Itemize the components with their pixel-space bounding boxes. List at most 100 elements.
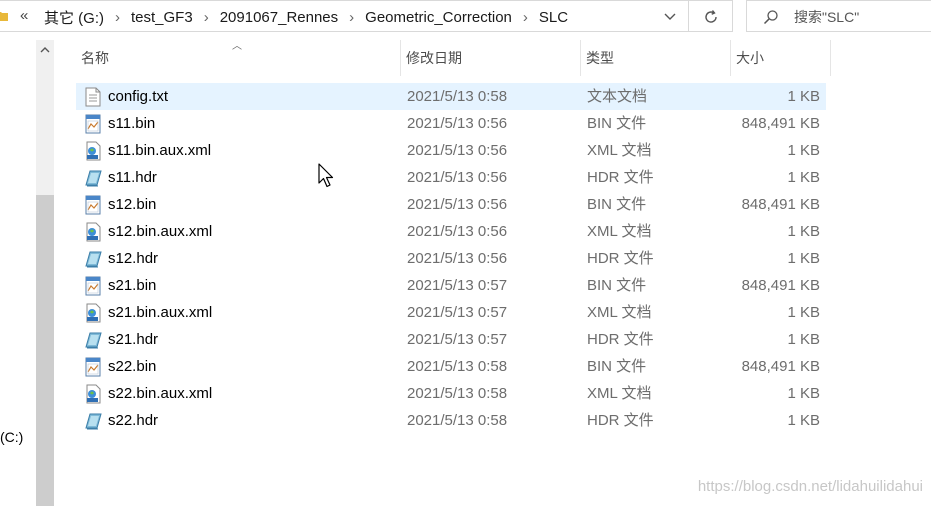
file-name: s22.bin.aux.xml: [108, 385, 213, 402]
bin-file-icon: [84, 276, 102, 296]
file-type: HDR 文件: [587, 331, 654, 348]
file-type: XML 文档: [587, 385, 652, 402]
file-modified: 2021/5/13 0:57: [407, 304, 508, 321]
file-row[interactable]: config.txt 2021/5/13 0:58 文本文档 1 KB: [76, 83, 826, 110]
file-row[interactable]: s11.bin 2021/5/13 0:56 BIN 文件 848,491 KB: [76, 110, 826, 137]
xml-file-icon: [84, 141, 102, 161]
xml-file-icon: [84, 384, 102, 404]
file-type: BIN 文件: [587, 196, 647, 213]
file-name: s12.hdr: [108, 250, 159, 267]
file-modified: 2021/5/13 0:56: [407, 250, 508, 267]
refresh-icon: [705, 10, 717, 23]
file-type: HDR 文件: [587, 169, 654, 186]
file-row[interactable]: s21.bin.aux.xml 2021/5/13 0:57 XML 文档 1 KB: [76, 299, 826, 326]
bin-file-icon: [84, 357, 102, 377]
file-modified: 2021/5/13 0:58: [407, 88, 508, 105]
column-header-name[interactable]: 名称: [76, 40, 401, 76]
file-name: s11.bin: [108, 115, 156, 132]
breadcrumb-item-test-gf3[interactable]: test_GF3: [129, 9, 195, 26]
file-row[interactable]: s22.bin.aux.xml 2021/5/13 0:58 XML 文档 1 KB: [76, 380, 826, 407]
file-name: s12.bin: [108, 196, 157, 213]
file-type: 文本文档: [587, 88, 648, 105]
file-type: XML 文档: [587, 223, 652, 240]
file-row[interactable]: s21.hdr 2021/5/13 0:57 HDR 文件 1 KB: [76, 326, 826, 353]
file-row[interactable]: s11.bin.aux.xml 2021/5/13 0:56 XML 文档 1 KB: [76, 137, 826, 164]
file-row[interactable]: s11.hdr 2021/5/13 0:56 HDR 文件 1 KB: [76, 164, 826, 191]
bin-file-icon: [84, 114, 102, 134]
breadcrumb-separator-icon[interactable]: ›: [195, 9, 218, 26]
scroll-up-icon[interactable]: [40, 46, 50, 54]
refresh-button[interactable]: [689, 0, 733, 32]
search-box[interactable]: 搜索"SLC": [746, 0, 931, 32]
file-type: BIN 文件: [587, 115, 647, 132]
file-modified: 2021/5/13 0:58: [407, 358, 508, 375]
file-name: s22.hdr: [108, 412, 159, 429]
file-size: 848,491 KB: [741, 277, 820, 294]
file-size: 1 KB: [787, 142, 820, 159]
hdr-file-icon: [84, 330, 102, 350]
hdr-file-icon: [84, 411, 102, 431]
file-name: s11.bin.aux.xml: [108, 142, 212, 159]
file-row[interactable]: s21.bin 2021/5/13 0:57 BIN 文件 848,491 KB: [76, 272, 826, 299]
hdr-file-icon: [84, 249, 102, 269]
watermark: https://blog.csdn.net/lidahuilidahui: [697, 478, 923, 495]
file-size: 848,491 KB: [741, 196, 820, 213]
search-icon: [763, 10, 778, 25]
file-modified: 2021/5/13 0:56: [407, 223, 508, 240]
file-row[interactable]: s12.bin.aux.xml 2021/5/13 0:56 XML 文档 1 KB: [76, 218, 826, 245]
file-row[interactable]: s12.bin 2021/5/13 0:56 BIN 文件 848,491 KB: [76, 191, 826, 218]
file-name: s12.bin.aux.xml: [108, 223, 213, 240]
file-row[interactable]: s22.hdr 2021/5/13 0:58 HDR 文件 1 KB: [76, 407, 826, 434]
breadcrumb-separator-icon[interactable]: ›: [106, 9, 129, 26]
file-type: XML 文档: [587, 142, 652, 159]
file-name: s21.hdr: [108, 331, 159, 348]
file-size: 1 KB: [787, 331, 820, 348]
chevron-down-icon[interactable]: [662, 10, 678, 24]
file-size: 1 KB: [787, 412, 820, 429]
nav-scrollbar-thumb[interactable]: [36, 195, 54, 506]
bin-file-icon: [84, 195, 102, 215]
column-header-size[interactable]: 大小: [731, 40, 831, 76]
file-modified: 2021/5/13 0:58: [407, 412, 508, 429]
file-modified: 2021/5/13 0:57: [407, 331, 508, 348]
file-modified: 2021/5/13 0:58: [407, 385, 508, 402]
file-name: config.txt: [108, 88, 169, 105]
file-type: XML 文档: [587, 304, 652, 321]
breadcrumb-item-geometric-correction[interactable]: Geometric_Correction: [363, 9, 514, 26]
file-list: config.txt 2021/5/13 0:58 文本文档 1 KB s11.bin 2…: [76, 83, 826, 434]
xml-file-icon: [84, 303, 102, 323]
breadcrumb-separator-icon[interactable]: ›: [340, 9, 363, 26]
file-type: BIN 文件: [587, 277, 647, 294]
breadcrumb-overflow-button[interactable]: «: [20, 7, 28, 24]
file-type: HDR 文件: [587, 250, 654, 267]
nav-scrollbar[interactable]: [36, 40, 54, 506]
file-size: 1 KB: [787, 223, 820, 240]
column-header-row: ︿ 名称 修改日期 类型 大小: [76, 40, 831, 76]
nav-item-drive-c[interactable]: (C:): [0, 429, 23, 445]
breadcrumb-item-rennes[interactable]: 2091067_Rennes: [218, 9, 340, 26]
file-modified: 2021/5/13 0:56: [407, 169, 508, 186]
breadcrumb-separator-icon[interactable]: ›: [514, 9, 537, 26]
column-header-modified[interactable]: 修改日期: [401, 40, 581, 76]
address-bar[interactable]: « 其它 (G:) › test_GF3 › 2091067_Rennes › …: [0, 0, 689, 32]
breadcrumb-item-slc[interactable]: SLC: [537, 9, 570, 26]
breadcrumb-item-drive[interactable]: 其它 (G:): [42, 7, 106, 28]
xml-file-icon: [84, 222, 102, 242]
hdr-file-icon: [84, 168, 102, 188]
folder-icon: [0, 12, 8, 21]
file-name: s21.bin: [108, 277, 157, 294]
file-modified: 2021/5/13 0:56: [407, 196, 508, 213]
file-type: BIN 文件: [587, 358, 647, 375]
breadcrumb: 其它 (G:) › test_GF3 › 2091067_Rennes › Ge…: [42, 7, 570, 28]
file-row[interactable]: s12.hdr 2021/5/13 0:56 HDR 文件 1 KB: [76, 245, 826, 272]
column-header-type[interactable]: 类型: [581, 40, 731, 76]
file-size: 848,491 KB: [741, 358, 820, 375]
search-input[interactable]: 搜索"SLC": [794, 7, 859, 27]
file-name: s21.bin.aux.xml: [108, 304, 213, 321]
file-size: 848,491 KB: [741, 115, 820, 132]
text-file-icon: [84, 87, 102, 107]
mouse-cursor-icon: [318, 163, 334, 188]
file-name: s22.bin: [108, 358, 157, 375]
file-row[interactable]: s22.bin 2021/5/13 0:58 BIN 文件 848,491 KB: [76, 353, 826, 380]
navigation-pane: (C:): [0, 32, 36, 506]
